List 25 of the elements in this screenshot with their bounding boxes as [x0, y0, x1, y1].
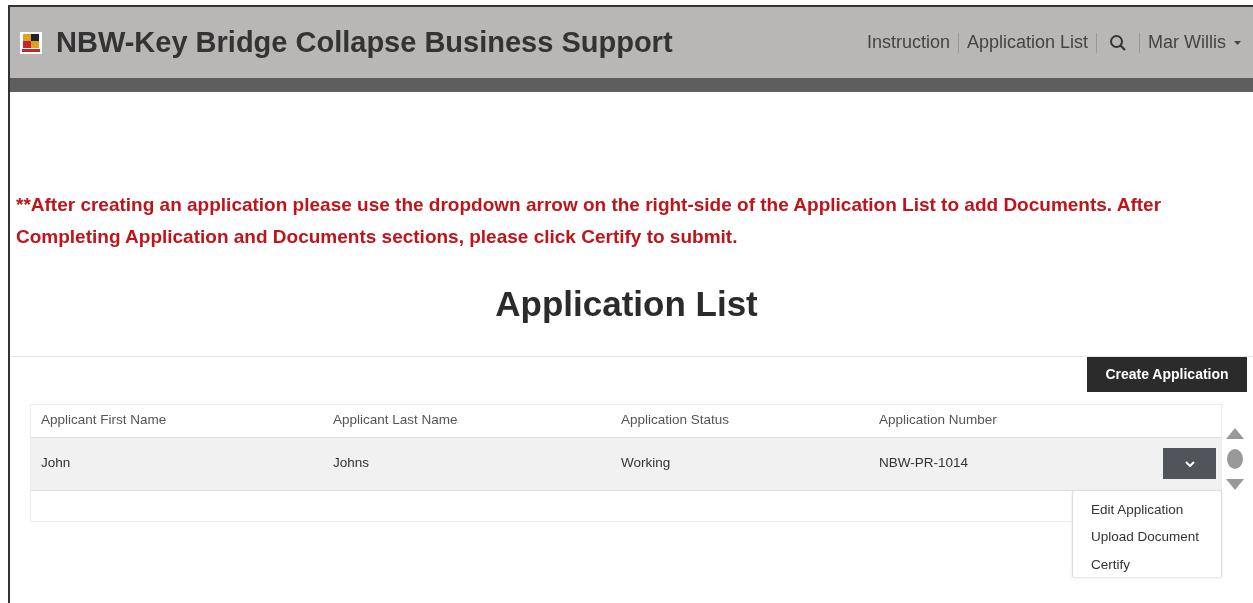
caret-icon[interactable] — [1234, 40, 1241, 45]
table-cell-text: John — [40, 454, 72, 473]
column-header: Applicant First Name — [40, 411, 168, 430]
page-heading: Application List — [494, 283, 759, 325]
menu-item[interactable]: Edit Application — [1091, 500, 1184, 521]
table-cell-text: Johns — [332, 454, 371, 473]
table-cell-text: NBW-PR-1014 — [878, 454, 970, 473]
user-menu[interactable]: Mar Willis — [1148, 29, 1226, 56]
menu-item[interactable]: Certify — [1091, 554, 1130, 575]
scroll-thumb[interactable] — [1227, 448, 1243, 469]
nav-link[interactable]: Application List — [966, 29, 1088, 56]
site-title: NBW-Key Bridge Collapse Business Support — [56, 24, 673, 60]
column-header: Application Status — [620, 411, 731, 430]
state-flag-logo — [20, 31, 42, 54]
search-icon[interactable] — [1109, 33, 1127, 52]
instruction-notice: **After creating an application please use the dropdown arrow on the right-side of the Application List to add Documents. After Completing Application and Documents sections, please click Certify to submit. — [16, 193, 1163, 249]
scroll-down-icon[interactable] — [1226, 478, 1244, 490]
scroll-up-icon[interactable] — [1226, 427, 1244, 439]
column-header: Applicant Last Name — [332, 411, 459, 430]
table-cell-text: Working — [620, 454, 672, 473]
create-application-button[interactable]: Create Application — [1087, 356, 1247, 392]
chevron-down-icon — [1184, 460, 1195, 467]
menu-item[interactable]: Upload Document — [1091, 527, 1200, 548]
nav-link[interactable]: Instruction — [866, 29, 950, 56]
column-header: Application Number — [878, 411, 998, 430]
